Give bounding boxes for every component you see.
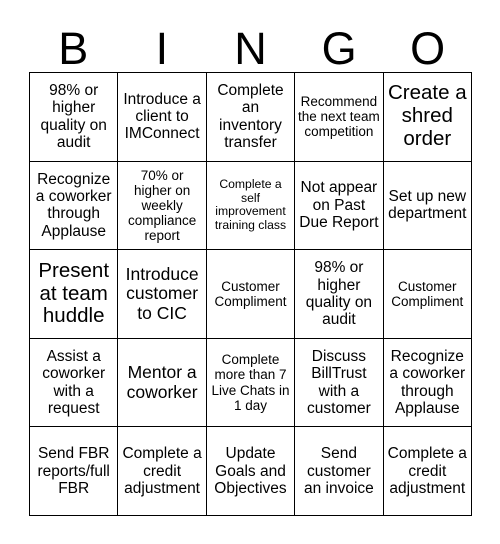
bingo-header-letters: B I N G O (29, 14, 472, 72)
bingo-square[interactable]: Introduce customer to CIC (118, 250, 207, 339)
bingo-square[interactable]: Update Goals and Objectives (206, 427, 296, 516)
bingo-square[interactable]: Complete a self improvement training cla… (206, 161, 296, 251)
bingo-header-letter-b: B (58, 23, 89, 74)
bingo-square-label: Send customer an invoice (303, 445, 374, 497)
bingo-square-label: Assist a coworker with a request (42, 347, 106, 417)
bingo-square-label: Complete an inventory transfer (217, 82, 284, 152)
bingo-square-label: Customer Compliment (391, 278, 464, 309)
bingo-square[interactable]: Assist a coworker with a request (30, 338, 119, 428)
bingo-square[interactable]: Set up new department (383, 161, 472, 251)
bingo-square-label: Complete more than 7 Live Chats in 1 day (211, 352, 290, 413)
bingo-square[interactable]: 98% or higher quality on audit (30, 73, 119, 162)
bingo-square[interactable]: Send customer an invoice (295, 427, 384, 516)
bingo-header-letter-o: O (410, 23, 446, 74)
bingo-header-letter-i: I (155, 23, 169, 74)
bingo-square-label: Send FBR reports/full FBR (37, 445, 110, 497)
bingo-square[interactable]: Send FBR reports/full FBR (30, 427, 119, 516)
bingo-square[interactable]: Mentor a coworker (118, 338, 207, 428)
bingo-square-label: 98% or higher quality on audit (305, 259, 373, 329)
bingo-square-label: Recognize a coworker through Applause (389, 347, 466, 417)
bingo-square-label: Complete a credit adjustment (122, 445, 202, 497)
bingo-square[interactable]: Recommend the next team competition (295, 73, 384, 162)
bingo-square[interactable]: Introduce a client to IMConnect (118, 73, 207, 162)
bingo-square-label: 70% or higher on weekly compliance repor… (127, 167, 197, 244)
bingo-square-label: Mentor a coworker (126, 362, 198, 402)
bingo-square-label: Introduce customer to CIC (125, 263, 199, 323)
bingo-square[interactable]: Complete an inventory transfer (206, 73, 296, 162)
bingo-square-label: Recommend the next team competition (297, 94, 380, 140)
bingo-square-label: Customer Compliment (214, 278, 287, 309)
bingo-square-label: Complete a self improvement training cla… (214, 177, 287, 233)
bingo-square-label: Complete a credit adjustment (387, 445, 467, 497)
bingo-square[interactable]: Complete more than 7 Live Chats in 1 day (206, 338, 296, 428)
bingo-square-label: Set up new department (388, 188, 467, 223)
bingo-square-label: Introduce a client to IMConnect (123, 90, 201, 143)
bingo-square[interactable]: Not appear on Past Due Report (295, 161, 384, 251)
bingo-card: B I N G O 98% or higher quality on audit… (0, 0, 500, 544)
bingo-square[interactable]: 70% or higher on weekly compliance repor… (118, 161, 207, 251)
bingo-square-label: Discuss BillTrust with a customer (307, 347, 371, 417)
bingo-square-label: Present at team huddle (38, 258, 110, 328)
bingo-square-label: Update Goals and Objectives (214, 445, 287, 497)
bingo-square[interactable]: Customer Compliment (206, 250, 296, 339)
bingo-square[interactable]: Recognize a coworker through Applause (30, 161, 119, 251)
bingo-square-label: Create a shred order (387, 81, 467, 151)
bingo-square[interactable]: Create a shred order (383, 73, 472, 162)
bingo-square[interactable]: Complete a credit adjustment (383, 427, 472, 516)
bingo-grid: 98% or higher quality on audit Introduce… (29, 72, 472, 516)
bingo-square-label: Not appear on Past Due Report (299, 179, 379, 232)
bingo-square-label: Recognize a coworker through Applause (35, 170, 112, 240)
bingo-square[interactable]: Complete a credit adjustment (118, 427, 207, 516)
bingo-square-label: 98% or higher quality on audit (40, 82, 107, 152)
bingo-square[interactable]: Present at team huddle (30, 250, 119, 339)
bingo-square[interactable]: Recognize a coworker through Applause (383, 338, 472, 428)
bingo-square[interactable]: Customer Compliment (383, 250, 472, 339)
bingo-header-letter-g: G (321, 23, 357, 74)
bingo-square[interactable]: 98% or higher quality on audit (295, 250, 384, 339)
bingo-header-letter-n: N (234, 23, 267, 74)
bingo-square[interactable]: Discuss BillTrust with a customer (295, 338, 384, 428)
